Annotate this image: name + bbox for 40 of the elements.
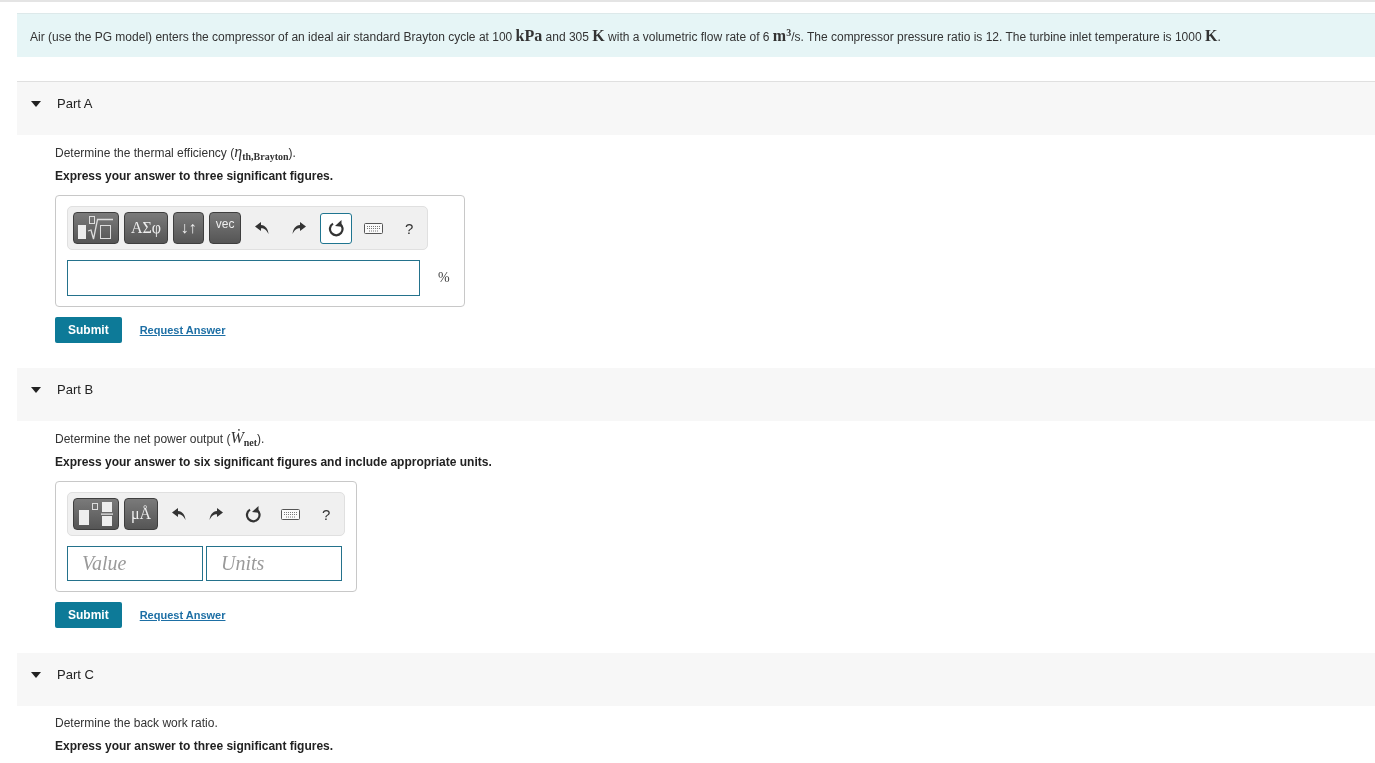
redo-icon: [209, 508, 224, 520]
instruction-text: Express your answer to three significant figures.: [55, 738, 335, 754]
question-text: Determine the back work ratio.: [55, 715, 219, 732]
radical-template-icon: [78, 216, 114, 240]
help-button[interactable]: ?: [394, 212, 425, 244]
part-title: Part A: [57, 96, 93, 112]
part-header[interactable]: Part A: [17, 82, 1375, 135]
template-button[interactable]: [73, 212, 119, 244]
units-input[interactable]: Units: [206, 546, 342, 581]
part-header[interactable]: Part C: [17, 653, 1375, 706]
reset-icon: [328, 219, 345, 237]
question-text: Determine the net power output (Ẇ$_{net}$).: [55, 429, 266, 448]
request-answer-link[interactable]: Request Answer: [139, 324, 226, 336]
part-title: Part B: [57, 382, 94, 398]
question-text: Determine the thermal efficiency (η$_{th,Brayton}$).: [55, 143, 297, 162]
part-header[interactable]: Part B: [17, 368, 1375, 421]
symbols-button[interactable]: ΑΣφ: [124, 212, 169, 244]
answer-input[interactable]: [67, 260, 420, 296]
reset-button[interactable]: [320, 212, 353, 244]
symbols-button[interactable]: μÅ: [124, 498, 159, 530]
submit-button[interactable]: Submit: [55, 602, 122, 628]
instruction-text: Express your answer to three significant figures.: [55, 168, 335, 184]
request-answer-link[interactable]: Request Answer: [139, 609, 226, 621]
reset-icon: [245, 505, 262, 523]
symbols-button[interactable]: ↓↑: [173, 212, 205, 244]
help-button[interactable]: ?: [311, 498, 342, 530]
value-input[interactable]: Value: [67, 546, 203, 581]
instruction-text: Express your answer to six significant figures and include appropriate units.: [55, 454, 493, 470]
keyboard-icon: [280, 508, 300, 520]
undo-icon: [255, 222, 270, 234]
vector-button[interactable]: vec: [209, 212, 242, 244]
undo-icon: [172, 508, 187, 520]
redo-icon: [292, 222, 307, 234]
keyboard-icon: [363, 222, 383, 234]
fraction-template-icon: [79, 502, 113, 526]
part-title: Part C: [57, 667, 94, 683]
template-button[interactable]: [73, 498, 119, 530]
unit-label: %: [438, 270, 451, 286]
submit-button[interactable]: Submit: [55, 317, 122, 343]
problem-statement: Air (use the PG model) enters the compressor of an ideal air standard Brayton cycle at 100 kPa and 305 K with a volumetric flow rate of 6 m$^{3}$/s. The compressor pressure ratio is 12. The turbine inlet temperature is 1000 K.: [17, 13, 1375, 57]
